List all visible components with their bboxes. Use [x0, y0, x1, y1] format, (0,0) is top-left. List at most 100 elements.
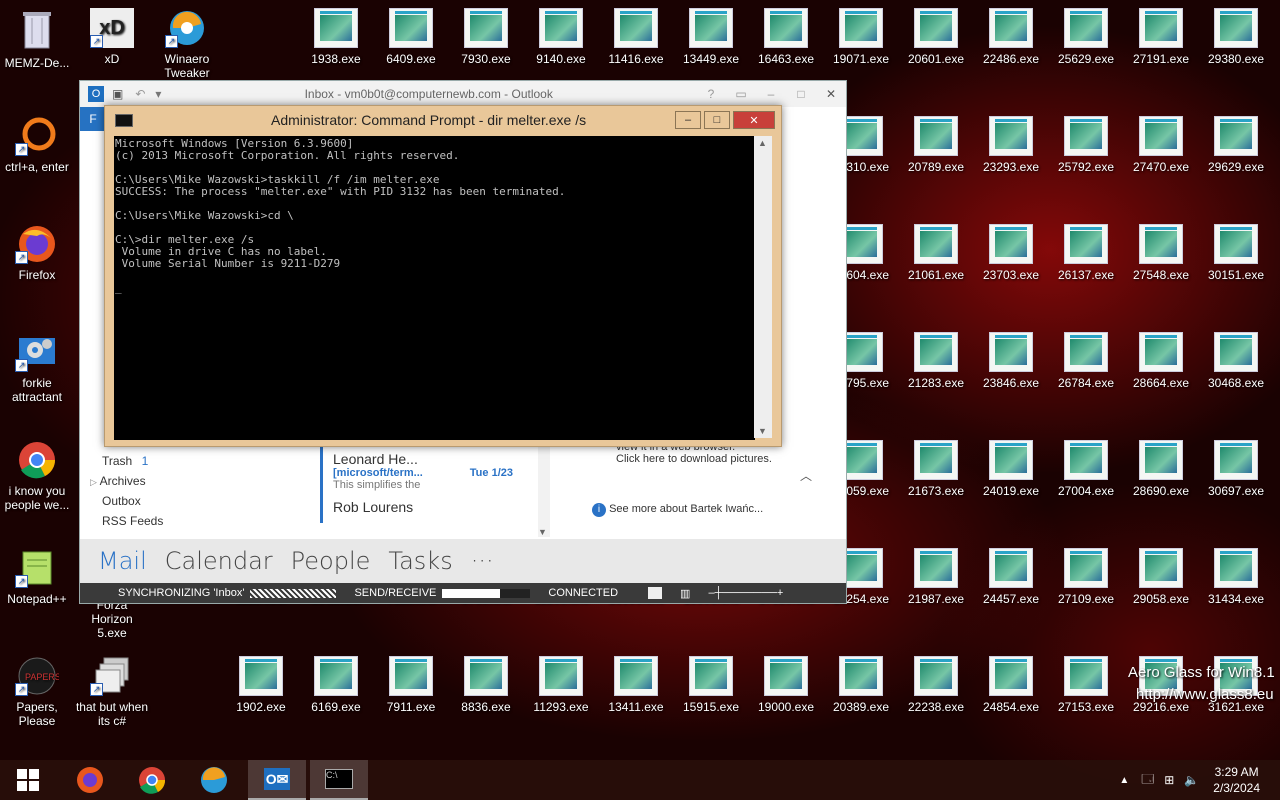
exe-file-icon[interactable]: 23846.exe: [974, 332, 1048, 390]
exe-file-icon[interactable]: 24854.exe: [974, 656, 1048, 714]
exe-file-icon[interactable]: 23293.exe: [974, 116, 1048, 174]
exe-file-icon[interactable]: 11416.exe: [599, 8, 673, 66]
nav-more[interactable]: ···: [471, 547, 494, 575]
folder-rss-feeds[interactable]: RSS Feeds: [80, 511, 308, 531]
taskbar-firefox[interactable]: [62, 760, 118, 800]
network-icon[interactable]: ⊞: [1164, 773, 1174, 787]
taskbar-winaero[interactable]: [186, 760, 242, 800]
exe-file-icon[interactable]: 20789.exe: [899, 116, 973, 174]
download-pictures-link[interactable]: Click here to download pictures.: [578, 453, 818, 465]
desktop-icon-papers-please[interactable]: PAPERS ↗ Papers, Please: [0, 656, 74, 728]
exe-file-icon[interactable]: 21061.exe: [899, 224, 973, 282]
exe-file-icon[interactable]: 29629.exe: [1199, 116, 1273, 174]
show-hidden-icons-button[interactable]: ▲: [1119, 775, 1129, 786]
exe-file-icon[interactable]: 28664.exe: [1124, 332, 1198, 390]
desktop-icon-memz[interactable]: MEMZ-De...: [0, 8, 74, 70]
cmd-scrollbar[interactable]: ▲ ▼: [754, 136, 772, 438]
exe-file-icon[interactable]: 21987.exe: [899, 548, 973, 606]
exe-file-icon[interactable]: 13411.exe: [599, 656, 673, 714]
ribbon-options-button[interactable]: ▭: [726, 87, 756, 101]
close-button[interactable]: ✕: [816, 87, 846, 101]
maximize-button[interactable]: □: [786, 87, 816, 101]
exe-file-icon[interactable]: 11293.exe: [524, 656, 598, 714]
exe-file-icon[interactable]: 29380.exe: [1199, 8, 1273, 66]
exe-file-icon[interactable]: 13449.exe: [674, 8, 748, 66]
exe-file-icon[interactable]: 27004.exe: [1049, 440, 1123, 498]
exe-file-icon[interactable]: 25629.exe: [1049, 8, 1123, 66]
exe-file-icon[interactable]: 6409.exe: [374, 8, 448, 66]
volume-muted-icon[interactable]: 🔈: [1184, 773, 1199, 787]
exe-file-icon[interactable]: 25792.exe: [1049, 116, 1123, 174]
scroll-down-icon[interactable]: ▼: [538, 527, 547, 537]
exe-file-icon[interactable]: 15915.exe: [674, 656, 748, 714]
minimize-button[interactable]: –: [675, 111, 701, 129]
exe-file-icon[interactable]: 28690.exe: [1124, 440, 1198, 498]
undo-icon[interactable]: ↶: [135, 87, 145, 101]
exe-file-icon[interactable]: 27153.exe: [1049, 656, 1123, 714]
help-button[interactable]: ?: [696, 87, 726, 101]
scroll-up-icon[interactable]: ▲: [758, 138, 767, 148]
exe-file-icon[interactable]: 27191.exe: [1124, 8, 1198, 66]
nav-calendar[interactable]: Calendar: [165, 547, 273, 575]
exe-file-icon[interactable]: 22238.exe: [899, 656, 973, 714]
exe-file-icon[interactable]: 7911.exe: [374, 656, 448, 714]
exe-file-icon[interactable]: 20601.exe: [899, 8, 973, 66]
message-item[interactable]: Rob Lourens: [320, 495, 558, 523]
cmd-titlebar[interactable]: Administrator: Command Prompt - dir melt…: [105, 106, 781, 134]
exe-file-icon[interactable]: 30151.exe: [1199, 224, 1273, 282]
outlook-titlebar[interactable]: O ▣ ↶ ▾ Inbox - vm0b0t@computernewb.com …: [80, 81, 846, 107]
message-list-scrollbar[interactable]: ▼: [538, 447, 550, 537]
action-center-icon[interactable]: 🗔: [1141, 770, 1154, 791]
expand-arrow-icon[interactable]: ▷: [90, 477, 97, 487]
nav-tasks[interactable]: Tasks: [388, 547, 452, 575]
start-button[interactable]: [0, 760, 56, 800]
folder-trash[interactable]: Trash 1: [80, 451, 308, 471]
exe-file-icon[interactable]: 6169.exe: [299, 656, 373, 714]
desktop-icon-winaero[interactable]: ↗ Winaero Tweaker: [150, 8, 224, 80]
exe-file-icon[interactable]: 16463.exe: [749, 8, 823, 66]
exe-file-icon[interactable]: 19071.exe: [824, 8, 898, 66]
exe-file-icon[interactable]: 7930.exe: [449, 8, 523, 66]
exe-file-icon[interactable]: 21673.exe: [899, 440, 973, 498]
exe-file-icon[interactable]: 1902.exe: [224, 656, 298, 714]
exe-file-icon[interactable]: 21283.exe: [899, 332, 973, 390]
ribbon-file-tab[interactable]: F: [80, 107, 106, 131]
exe-file-icon[interactable]: 20389.exe: [824, 656, 898, 714]
folder-outbox[interactable]: Outbox: [80, 491, 308, 511]
exe-file-icon[interactable]: 27548.exe: [1124, 224, 1198, 282]
zoom-slider[interactable]: –┼───────+: [708, 587, 783, 599]
exe-file-icon[interactable]: 26784.exe: [1049, 332, 1123, 390]
see-more-people[interactable]: i See more about Bartek Iwańc...: [592, 503, 763, 517]
exe-file-icon[interactable]: 8836.exe: [449, 656, 523, 714]
taskbar-cmd[interactable]: C:\: [310, 760, 368, 800]
desktop-icon-that-but-csharp[interactable]: ↗ that but when its c#: [75, 656, 149, 728]
exe-file-icon[interactable]: 1938.exe: [299, 8, 373, 66]
exe-file-icon[interactable]: 19000.exe: [749, 656, 823, 714]
exe-file-icon[interactable]: 24457.exe: [974, 548, 1048, 606]
taskbar-outlook[interactable]: O✉: [248, 760, 306, 800]
nav-mail[interactable]: Mail: [98, 547, 147, 575]
desktop-icon-ctrl-a-enter[interactable]: ↗ ctrl+a, enter: [0, 116, 74, 174]
desktop-icon-chrome[interactable]: i know you people we...: [0, 440, 74, 512]
minimize-button[interactable]: –: [756, 87, 786, 101]
exe-file-icon[interactable]: 22486.exe: [974, 8, 1048, 66]
save-icon[interactable]: ▣: [112, 87, 123, 101]
collapse-chevron-icon[interactable]: ︿: [800, 467, 812, 484]
exe-file-icon[interactable]: 31434.exe: [1199, 548, 1273, 606]
desktop-icon-xd[interactable]: xD ↗ xD: [75, 8, 149, 66]
outlook-app-icon[interactable]: O: [88, 86, 104, 102]
exe-file-icon[interactable]: 27109.exe: [1049, 548, 1123, 606]
exe-file-icon[interactable]: 9140.exe: [524, 8, 598, 66]
exe-file-icon[interactable]: 30468.exe: [1199, 332, 1273, 390]
exe-file-icon[interactable]: 24019.exe: [974, 440, 1048, 498]
exe-file-icon[interactable]: 26137.exe: [1049, 224, 1123, 282]
exe-file-icon[interactable]: 27470.exe: [1124, 116, 1198, 174]
close-button[interactable]: ✕: [733, 111, 775, 129]
nav-people[interactable]: People: [291, 547, 371, 575]
exe-file-icon[interactable]: 29058.exe: [1124, 548, 1198, 606]
cmd-window[interactable]: Administrator: Command Prompt - dir melt…: [104, 105, 782, 447]
desktop-icon-notepadpp[interactable]: ↗ Notepad++: [0, 548, 74, 606]
desktop-icon-firefox[interactable]: ↗ Firefox: [0, 224, 74, 282]
folder-archives[interactable]: ▷ Archives: [80, 471, 308, 491]
cmd-console-output[interactable]: Microsoft Windows [Version 6.3.9600] (c)…: [114, 136, 755, 440]
